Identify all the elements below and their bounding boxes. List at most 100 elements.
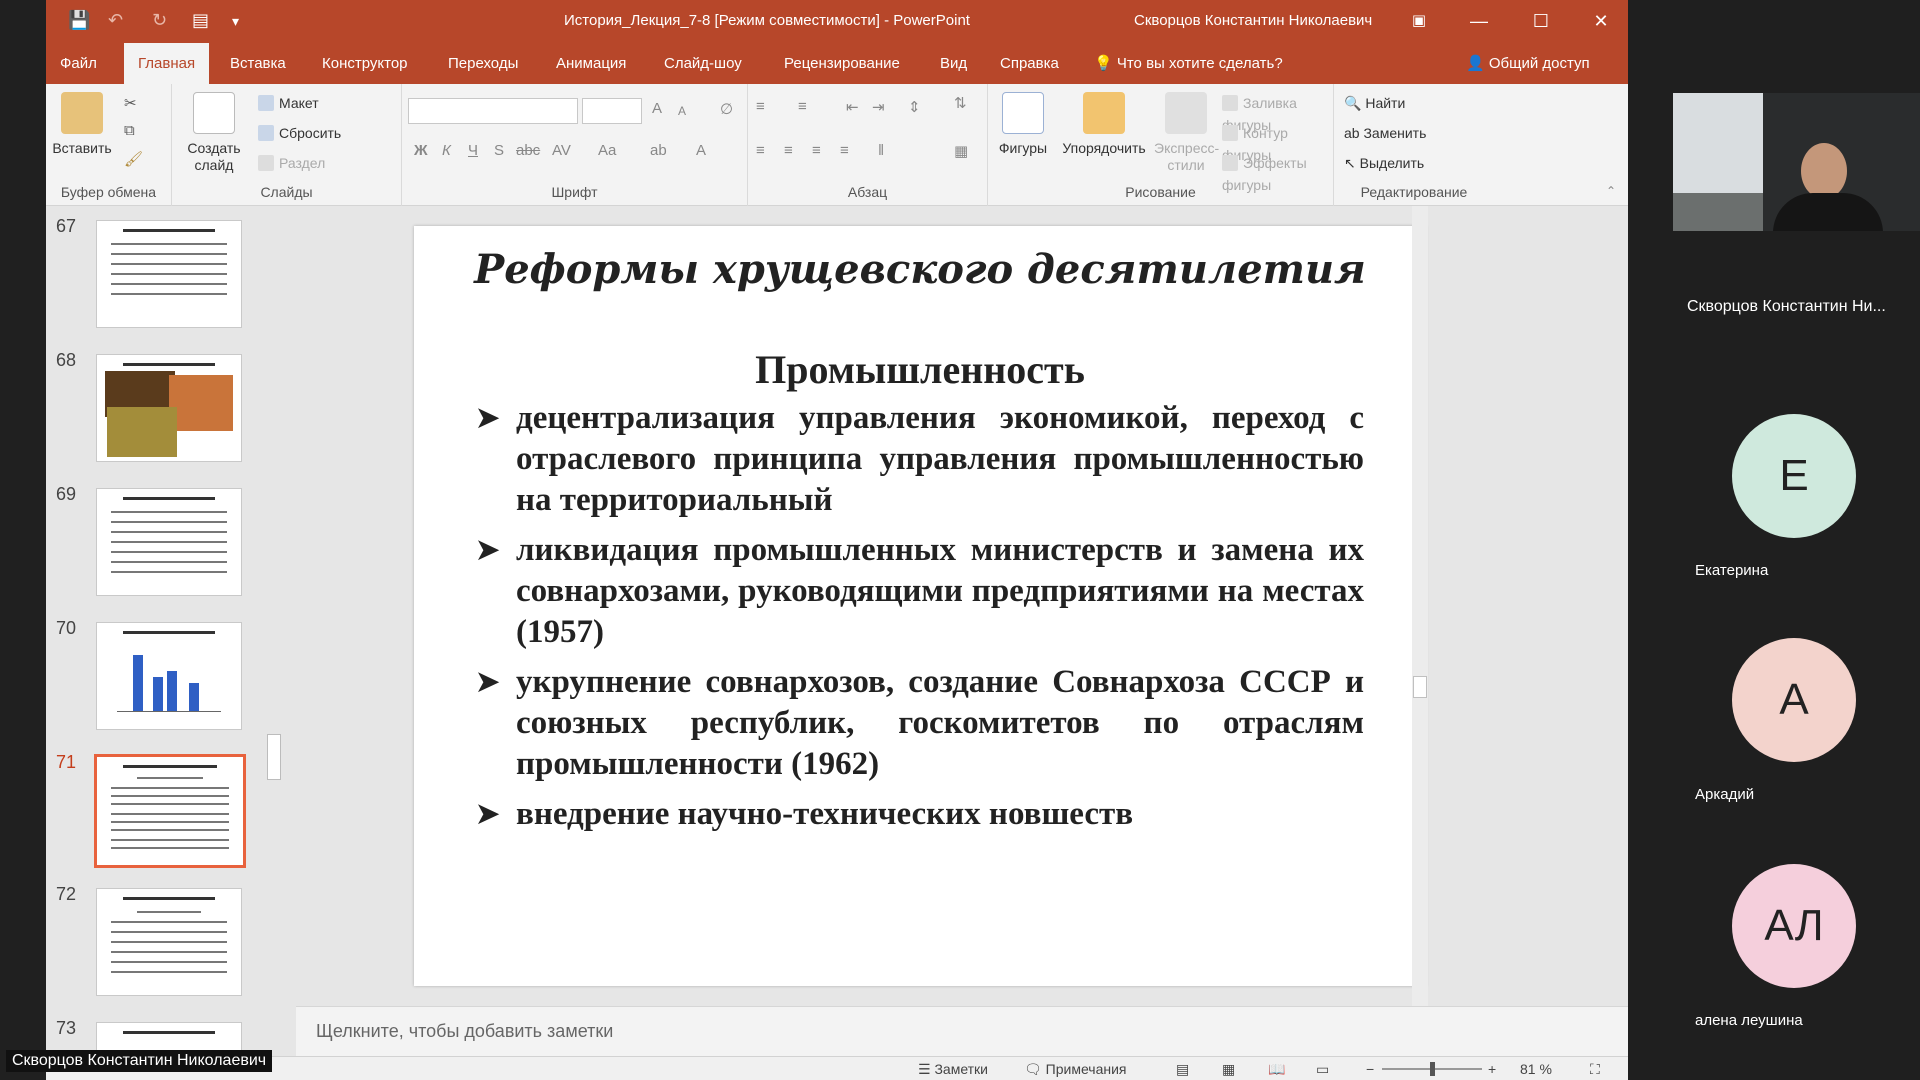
slide-scroll-thumb[interactable] [1413,676,1427,698]
tab-view[interactable]: Вид [926,43,981,84]
collapse-ribbon-icon[interactable]: ⌃ [1606,184,1616,198]
zoom-out-icon[interactable]: − [1366,1061,1374,1077]
close-icon[interactable]: ✕ [1586,6,1616,36]
slide-thumbnail-68[interactable] [96,354,242,462]
layout-button[interactable]: Макет [258,92,319,114]
reset-icon [258,125,274,141]
slideshow-view-icon[interactable]: ▭ [1316,1061,1329,1078]
bullets-icon[interactable]: ≡ [756,98,765,115]
tab-home[interactable]: Главная [124,43,210,84]
underline-icon[interactable]: Ч [468,142,478,159]
slide-subtitle[interactable]: Промышленность [414,346,1426,393]
status-bar: ☰ Заметки 🗨 Примечания ▤ ▦ 📖 ▭ − + 81 % … [46,1056,1628,1080]
normal-view-icon[interactable]: ▤ [1176,1061,1189,1078]
align-left-icon[interactable]: ≡ [756,142,765,159]
slide-thumbnail-69[interactable] [96,488,242,596]
font-color-icon[interactable]: A [696,142,706,159]
slide-thumbnail-67[interactable] [96,220,242,328]
zoom-in-icon[interactable]: + [1488,1061,1496,1077]
comments-toggle[interactable]: 🗨 Примечания [1024,1061,1127,1078]
text-direction-icon[interactable]: ⇅ [954,94,967,112]
paste-button[interactable]: Вставить [46,92,118,157]
slide-bullet-list[interactable]: ➤ децентрализация управления экономикой, … [476,398,1364,844]
tab-slideshow[interactable]: Слайд-шоу [650,43,756,84]
share-button[interactable]: 👤 Общий доступ [1466,43,1590,84]
new-slide-button[interactable]: Создать слайд [178,92,250,174]
highlight-icon[interactable]: ab [650,142,667,159]
grow-font-icon[interactable]: A [652,100,662,117]
cursor-icon: ↖ [1344,155,1360,171]
indent-icon[interactable]: ⇥ [872,98,885,116]
slide-title[interactable]: Реформы хрущевского десятилетия [414,246,1426,293]
slide-thumbnail-70[interactable] [96,622,242,730]
shape-outline-button[interactable]: Контур фигуры [1222,122,1333,163]
notes-toggle-label: Заметки [934,1061,988,1077]
shape-fill-button[interactable]: Заливка фигуры [1222,92,1333,133]
tab-design[interactable]: Конструктор [308,43,422,84]
smartart-icon[interactable]: ▦ [954,142,968,160]
tab-help[interactable]: Справка [986,43,1073,84]
ribbon-display-icon[interactable]: ▣ [1404,6,1434,36]
strike-icon[interactable]: abc [516,142,540,159]
minimize-icon[interactable]: — [1464,6,1494,36]
tab-animations[interactable]: Анимация [542,43,640,84]
arrange-button[interactable]: Упорядочить [1056,92,1152,157]
new-slide-icon [193,92,235,134]
find-button[interactable]: 🔍 Найти [1344,92,1405,114]
shapes-button[interactable]: Фигуры [992,92,1054,157]
current-slide[interactable]: Реформы хрущевского десятилетия Промышле… [414,226,1426,986]
sorter-view-icon[interactable]: ▦ [1222,1061,1235,1078]
thumbnail-scrollbar[interactable] [265,206,283,1056]
find-label: Найти [1365,95,1406,111]
maximize-icon[interactable]: ☐ [1526,6,1556,36]
format-painter-icon[interactable]: 🖌 [124,150,143,168]
columns-icon[interactable]: ‖ [878,142,884,159]
spacing-icon[interactable]: AV [552,142,571,159]
account-name[interactable]: Скворцов Константин Николаевич [1134,12,1372,29]
font-size-box[interactable] [582,98,642,124]
notes-toggle[interactable]: ☰ Заметки [918,1061,988,1078]
tab-insert[interactable]: Вставка [216,43,300,84]
thumbnail-number-selected: 71 [56,752,77,772]
replace-button[interactable]: ab Заменить [1344,122,1426,144]
zoom-slider-handle[interactable] [1430,1062,1435,1076]
tab-transitions[interactable]: Переходы [434,43,532,84]
slide-thumbnail-72[interactable] [96,888,242,996]
shape-effects-button[interactable]: Эффекты фигуры [1222,152,1333,193]
slide-scrollbar[interactable] [1412,206,1428,1006]
font-name-box[interactable] [408,98,578,124]
slide-thumbnail-71[interactable] [94,754,246,868]
outdent-icon[interactable]: ⇤ [846,98,859,116]
notes-pane[interactable]: Щелкните, чтобы добавить заметки [296,1006,1628,1056]
copy-icon[interactable]: ⧉ [124,122,135,139]
fit-slide-icon[interactable]: ⛶ [1590,1061,1600,1078]
reading-view-icon[interactable]: 📖 [1268,1061,1285,1078]
shadow-icon[interactable]: S [494,142,504,159]
quick-styles-button[interactable]: Экспресс-стили [1154,92,1219,174]
tab-file[interactable]: Файл [46,43,111,84]
case-icon[interactable]: Aa [598,142,616,159]
arrow-bullet-icon: ➤ [476,535,500,566]
tell-me-search[interactable]: 💡 Что вы хотите сделать? [1094,43,1283,84]
tab-review[interactable]: Рецензирование [770,43,914,84]
reset-button[interactable]: Сбросить [258,122,341,144]
left-strip [0,0,46,1080]
numbering-icon[interactable]: ≡ [798,98,807,115]
align-right-icon[interactable]: ≡ [812,142,821,159]
justify-icon[interactable]: ≡ [840,142,849,159]
italic-icon[interactable]: К [442,142,451,159]
bold-icon[interactable]: Ж [414,142,428,159]
select-button[interactable]: ↖ Выделить [1344,152,1424,174]
slide-editing-area: Реформы хрущевского десятилетия Промышле… [296,206,1628,1006]
section-button[interactable]: Раздел [258,152,325,174]
zoom-level[interactable]: 81 % [1520,1061,1552,1077]
clear-format-icon[interactable]: ∅ [720,100,733,118]
arrange-icon [1083,92,1125,134]
line-spacing-icon[interactable]: ⇕ [908,98,921,116]
thumbnail-scroll-thumb[interactable] [267,734,281,780]
reset-label: Сбросить [279,125,342,141]
cut-icon[interactable]: ✂ [124,94,137,112]
participant-name: Аркадий [1695,786,1755,803]
align-center-icon[interactable]: ≡ [784,142,793,159]
shrink-font-icon[interactable]: A [678,104,686,118]
